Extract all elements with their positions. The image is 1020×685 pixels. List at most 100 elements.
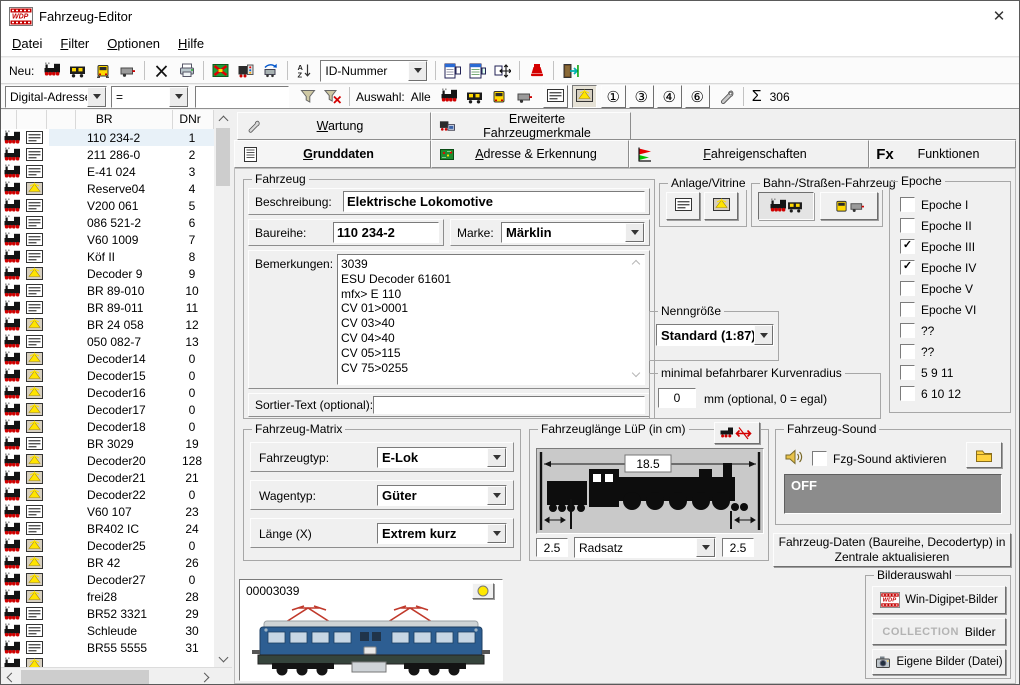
new-roadvehicle-button[interactable] bbox=[90, 59, 115, 82]
header-spacer[interactable] bbox=[1, 110, 17, 130]
epoche-checkbox[interactable]: ✓ Epoche IV bbox=[900, 261, 976, 274]
badge-6-button[interactable]: ⑥ bbox=[685, 85, 710, 108]
scroll-down-icon[interactable] bbox=[632, 369, 640, 377]
epoche-checkbox[interactable]: ?? bbox=[900, 345, 976, 358]
list-item[interactable]: E-41 024 3 bbox=[1, 163, 214, 180]
transfer-vehicle-button[interactable] bbox=[258, 59, 283, 82]
road-vehicle-button[interactable] bbox=[820, 192, 878, 220]
delete-vehicle-button[interactable] bbox=[149, 59, 174, 82]
menu-hilfe[interactable]: Hilfe bbox=[169, 32, 213, 55]
maintenance-filter-button[interactable] bbox=[714, 85, 739, 108]
chevron-down-icon[interactable] bbox=[625, 223, 644, 242]
list-item[interactable]: BR402 IC 24 bbox=[1, 520, 214, 537]
measure-mode-combo[interactable]: Radsatz bbox=[574, 537, 716, 558]
update-zentrale-button[interactable]: Fahrzeug-Daten (Baureihe, Decodertyp) in… bbox=[773, 533, 1011, 567]
baureihe-input[interactable] bbox=[334, 223, 438, 242]
list-item[interactable]: BR 89-010 10 bbox=[1, 282, 214, 299]
wagentyp-combo[interactable]: Güter bbox=[377, 485, 507, 506]
vertical-scroll-thumb[interactable] bbox=[216, 128, 230, 186]
header-dnr[interactable]: DNr bbox=[173, 110, 214, 130]
list-item[interactable]: frei28 28 bbox=[1, 588, 214, 605]
kurvenradius-input[interactable] bbox=[659, 389, 695, 407]
win-digipet-bilder-button[interactable]: WDP Win-Digipet-Bilder bbox=[872, 586, 1006, 614]
print-button[interactable] bbox=[174, 59, 199, 82]
fahrzeugtyp-combo[interactable]: E-Lok bbox=[377, 447, 507, 468]
list-item[interactable]: Reserve04 4 bbox=[1, 180, 214, 197]
vertical-scrollbar[interactable] bbox=[214, 110, 232, 667]
apply-filter-button[interactable] bbox=[295, 85, 320, 108]
vehicle-crossing-button[interactable] bbox=[208, 59, 233, 82]
show-data-rows-button[interactable] bbox=[543, 85, 568, 108]
tab-fahreigenschaften[interactable]: Fahreigenschaften bbox=[629, 140, 869, 168]
scroll-down-button[interactable] bbox=[214, 650, 232, 667]
list-item[interactable] bbox=[1, 656, 214, 667]
laenge-combo[interactable]: Extrem kurz bbox=[377, 523, 507, 544]
list-item[interactable]: 110 234-2 1 bbox=[1, 129, 214, 146]
exit-button[interactable] bbox=[558, 59, 583, 82]
list-item[interactable]: Köf II 8 bbox=[1, 248, 214, 265]
front-overhang-input[interactable] bbox=[537, 539, 567, 556]
beschreibung-input[interactable] bbox=[344, 192, 644, 211]
tab-adresse-erkennung[interactable]: Adresse & Erkennung bbox=[431, 140, 629, 168]
epoche-checkbox[interactable]: Epoche II bbox=[900, 219, 976, 232]
list-item[interactable]: V200 061 5 bbox=[1, 197, 214, 214]
chevron-down-icon[interactable] bbox=[487, 524, 506, 543]
list-item[interactable]: Decoder25 0 bbox=[1, 537, 214, 554]
list-item[interactable]: BR55 5555 31 bbox=[1, 639, 214, 656]
tab-wartung[interactable]: Wartung bbox=[237, 112, 431, 140]
badge-3-button[interactable]: ③ bbox=[629, 85, 654, 108]
scroll-up-button[interactable] bbox=[214, 110, 232, 127]
show-image-rows-button[interactable] bbox=[572, 85, 597, 108]
sortier-input[interactable] bbox=[374, 397, 644, 413]
horizontal-scrollbar[interactable] bbox=[1, 667, 232, 685]
header-br[interactable]: BR bbox=[76, 110, 174, 130]
list-item[interactable]: Decoder16 0 bbox=[1, 384, 214, 401]
new-wagon-button[interactable] bbox=[65, 59, 90, 82]
list-item[interactable]: Decoder14 0 bbox=[1, 350, 214, 367]
list-item[interactable]: 086 521-2 6 bbox=[1, 214, 214, 231]
sort-az-icon-button[interactable]: A Z bbox=[292, 59, 317, 82]
tab-erweiterte-fahrzeugmerkmale[interactable]: Erweiterte Fahrzeugmerkmale bbox=[431, 112, 631, 140]
epoche-checkbox[interactable]: Epoche V bbox=[900, 282, 976, 295]
image-lamp-button[interactable] bbox=[472, 583, 494, 599]
close-button[interactable]: ✕ bbox=[979, 1, 1019, 31]
list-item[interactable]: Schleude 30 bbox=[1, 622, 214, 639]
eigene-bilder-button[interactable]: Eigene Bilder (Datei) bbox=[872, 649, 1006, 675]
browse-sound-button[interactable] bbox=[966, 442, 1002, 468]
vitrine-button[interactable] bbox=[704, 192, 738, 220]
rear-overhang-input[interactable] bbox=[723, 539, 753, 556]
epoche-checkbox[interactable]: 5 9 11 bbox=[900, 366, 976, 379]
view-list-left-button[interactable] bbox=[440, 59, 465, 82]
view-list-right-button[interactable] bbox=[465, 59, 490, 82]
chevron-down-icon[interactable] bbox=[696, 538, 715, 557]
select-locomotives-button[interactable] bbox=[437, 85, 462, 108]
chevron-down-icon[interactable] bbox=[87, 87, 106, 107]
clear-filter-button[interactable] bbox=[320, 85, 345, 108]
list-item[interactable]: Decoder17 0 bbox=[1, 401, 214, 418]
window-size-button[interactable] bbox=[490, 59, 515, 82]
chevron-down-icon[interactable] bbox=[487, 448, 506, 467]
filter-operator-combo[interactable]: = bbox=[111, 86, 189, 108]
list-item[interactable]: BR 24 058 12 bbox=[1, 316, 214, 333]
chevron-down-icon[interactable] bbox=[487, 486, 506, 505]
measure-length-button[interactable] bbox=[714, 422, 760, 444]
list-item[interactable]: Decoder15 0 bbox=[1, 367, 214, 384]
list-item[interactable]: Decoder22 0 bbox=[1, 486, 214, 503]
menu-optionen[interactable]: Optionen bbox=[98, 32, 169, 55]
list-item[interactable]: BR 42 26 bbox=[1, 554, 214, 571]
header-vehicle-icon-col[interactable] bbox=[17, 110, 47, 130]
epoche-checkbox[interactable]: Epoche I bbox=[900, 198, 976, 211]
list-item[interactable]: BR52 3321 29 bbox=[1, 605, 214, 622]
list-item[interactable]: BR 89-011 11 bbox=[1, 299, 214, 316]
list-item[interactable]: Decoder21 21 bbox=[1, 469, 214, 486]
epoche-checkbox[interactable]: Epoche VI bbox=[900, 303, 976, 316]
chevron-down-icon[interactable] bbox=[754, 325, 773, 345]
marke-combo[interactable]: Märklin bbox=[501, 222, 645, 243]
tab-funktionen[interactable]: Fx Funktionen bbox=[869, 140, 1016, 168]
nenngroesse-combo[interactable]: Standard (1:87) bbox=[656, 324, 774, 346]
central-unit-button[interactable] bbox=[524, 59, 549, 82]
list-item[interactable]: Decoder 9 9 bbox=[1, 265, 214, 282]
select-roadvehicles-button[interactable] bbox=[487, 85, 512, 108]
select-trailers-button[interactable] bbox=[512, 85, 537, 108]
scroll-right-button[interactable] bbox=[196, 668, 212, 685]
